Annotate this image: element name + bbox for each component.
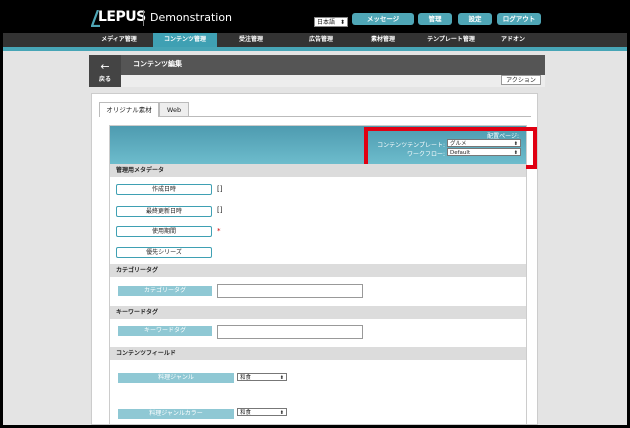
chevron-updown-icon: ⬍ (279, 375, 284, 381)
nav-content[interactable]: コンテンツ管理 (153, 33, 217, 48)
keyword-label: キーワードタグ (118, 326, 212, 336)
page-subheader (121, 75, 545, 87)
category-label: カテゴリータグ (118, 286, 212, 296)
back-label: 戻る (98, 76, 111, 83)
nav-materials[interactable]: 素材管理 (355, 33, 411, 47)
language-select[interactable]: 日本語 ⬍ (314, 17, 348, 27)
required-mark: * (217, 227, 221, 235)
page-title: コンテンツ編集 (133, 60, 182, 68)
genre-select[interactable]: 和食 ⬍ (237, 373, 287, 381)
tab-divider (159, 116, 531, 117)
site-name: Demonstration (150, 11, 233, 24)
nav-orders[interactable]: 受注管理 (223, 33, 279, 47)
genre-label: 料理ジャンル (118, 373, 234, 383)
action-button[interactable]: アクション (501, 75, 541, 85)
priority-series-button[interactable]: 優先シリーズ (116, 247, 212, 258)
tab-web[interactable]: Web (159, 102, 189, 116)
app-window: LEPUS Demonstration 日本語 ⬍ メッセージ 管理 設定 ログア… (3, 3, 627, 425)
main-nav: メディア管理 コンテンツ管理 受注管理 広告管理 素材管理 テンプレート管理 ア… (3, 33, 627, 48)
created-at-button[interactable]: 作成日時 (116, 184, 212, 195)
usage-period-button[interactable]: 使用期間 (116, 226, 212, 237)
genre-select-value: 和食 (240, 375, 252, 381)
section-meta: 管理用メタデータ (110, 164, 526, 177)
page-header (121, 55, 545, 75)
nav-ads[interactable]: 広告管理 (293, 33, 349, 47)
nav-media[interactable]: メディア管理 (88, 33, 150, 47)
chevron-updown-icon: ⬍ (279, 410, 284, 416)
language-value: 日本語 (317, 19, 336, 26)
section-category: カテゴリータグ (110, 264, 526, 277)
admin-button[interactable]: 管理 (418, 13, 452, 25)
genre-color-select-value: 和食 (240, 410, 252, 416)
back-button[interactable]: ← 戻る (89, 55, 121, 87)
keyword-input[interactable] (217, 325, 363, 339)
nav-addons[interactable]: アドオン (491, 33, 535, 47)
top-bar: LEPUS Demonstration 日本語 ⬍ メッセージ 管理 設定 ログア… (3, 3, 627, 33)
highlight-box (364, 127, 537, 169)
chevron-updown-icon: ⬍ (339, 19, 345, 26)
created-at-value: [] (217, 185, 223, 193)
logo-divider (143, 10, 144, 26)
section-keyword: キーワードタグ (110, 306, 526, 319)
logout-button[interactable]: ログアウト (497, 13, 541, 25)
category-input[interactable] (217, 284, 363, 298)
message-button[interactable]: メッセージ (352, 13, 414, 25)
tab-original[interactable]: オリジナル素材 (99, 102, 159, 117)
section-content-fields: コンテンツフィールド (110, 347, 526, 360)
arrow-left-icon: ← (100, 60, 110, 73)
updated-at-button[interactable]: 最終更新日時 (116, 206, 212, 217)
logo-text: LEPUS (98, 9, 146, 25)
genre-color-select[interactable]: 和食 ⬍ (237, 408, 287, 416)
nav-underline (3, 47, 627, 51)
nav-templates[interactable]: テンプレート管理 (415, 33, 487, 47)
updated-at-value: [] (217, 206, 223, 214)
genre-color-label: 料理ジャンルカラー (118, 409, 234, 419)
settings-button[interactable]: 設定 (458, 13, 492, 25)
